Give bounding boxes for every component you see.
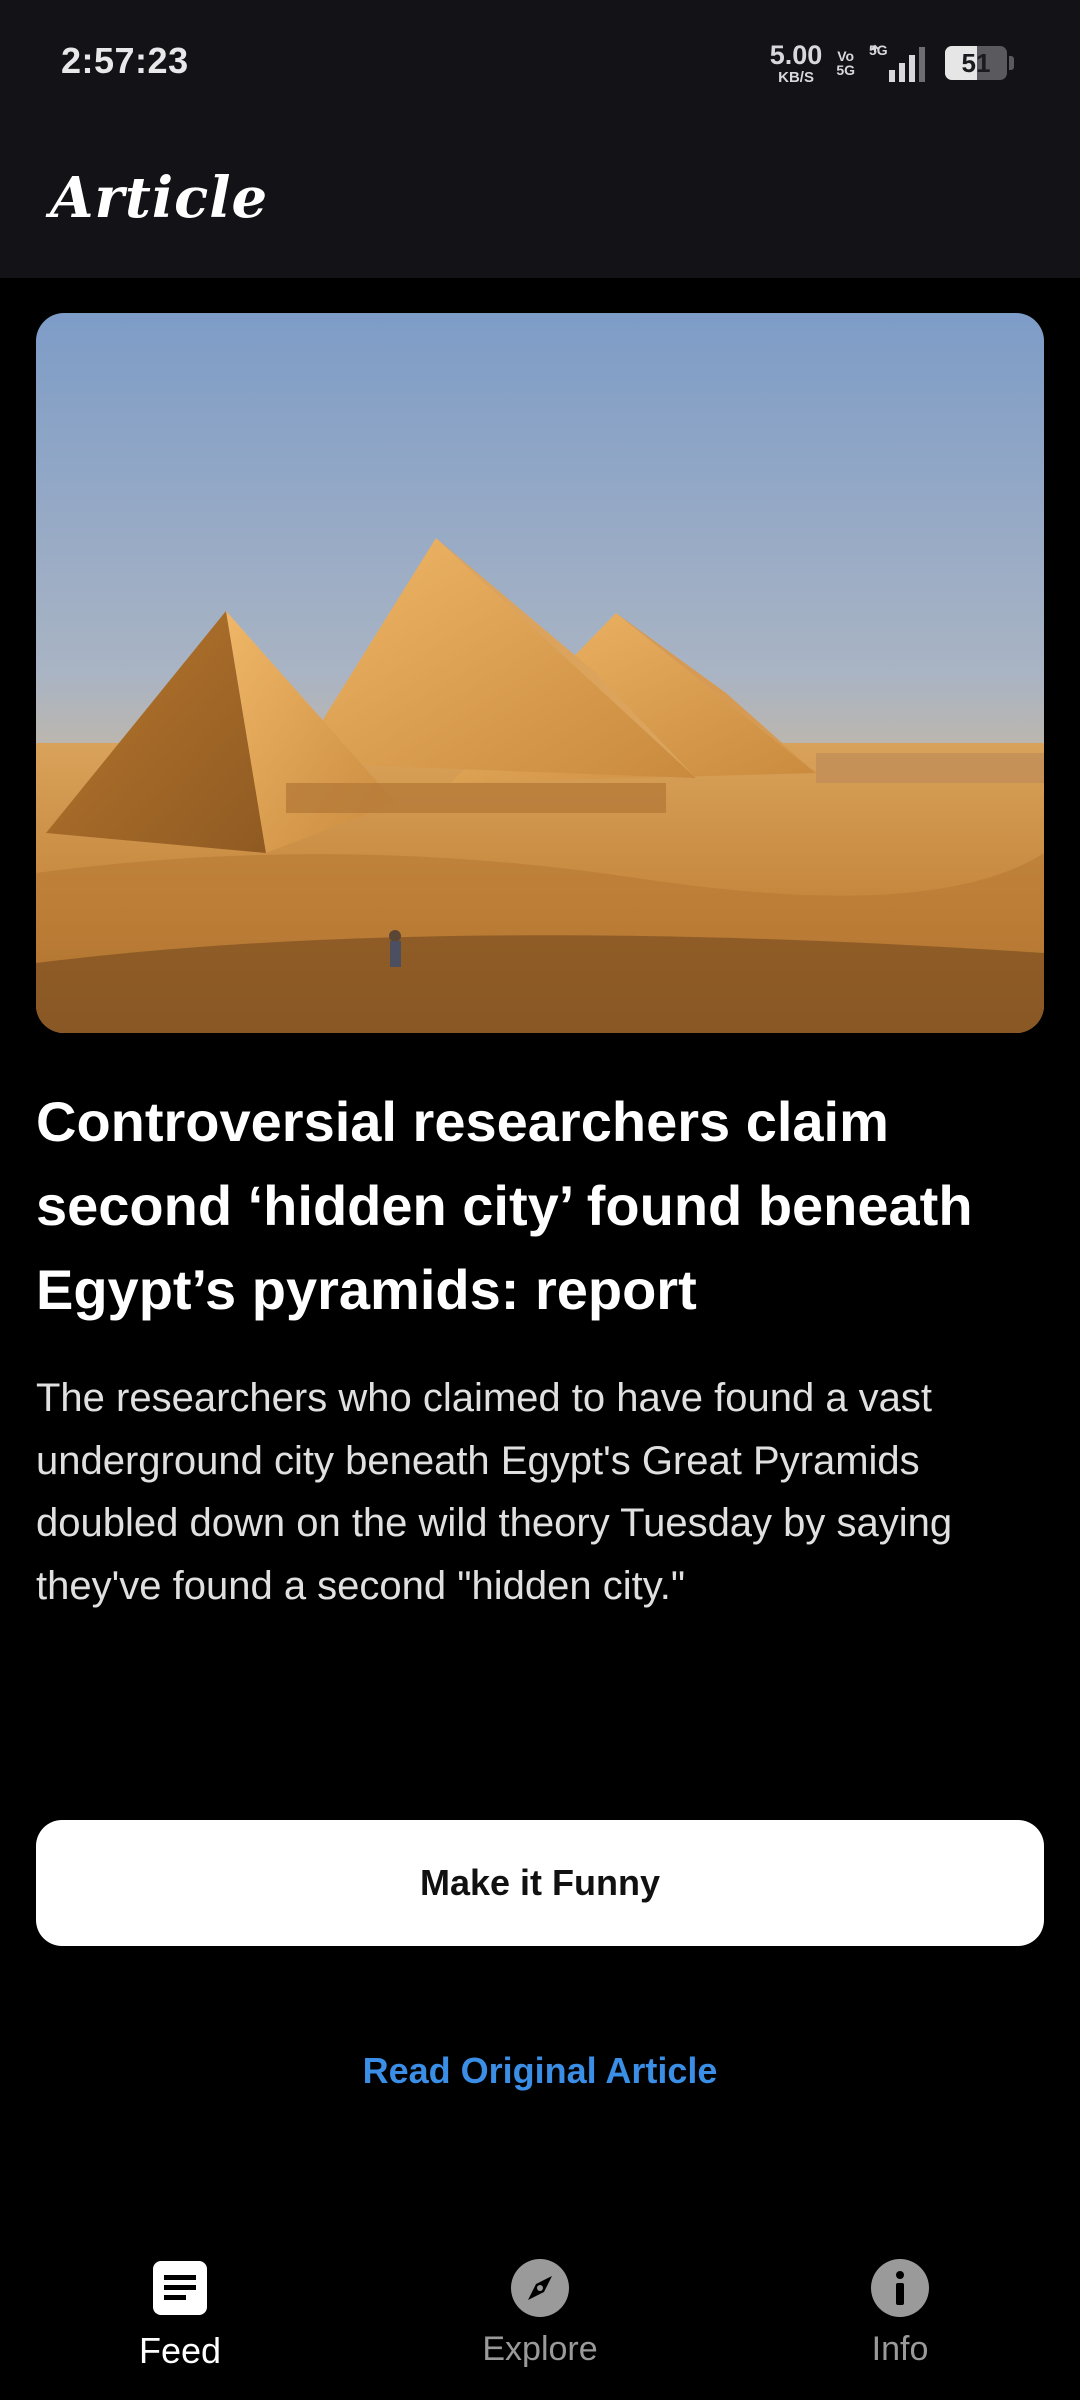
nav-label-feed: Feed: [138, 2330, 222, 2371]
network-speed-value: 5.00: [769, 39, 823, 70]
article-summary: The researchers who claimed to have foun…: [36, 1376, 953, 1608]
read-original-article-link[interactable]: Read Original Article: [0, 2050, 1080, 2092]
volte-top-text: Vo: [837, 48, 855, 64]
volte-icon: Vo 5G: [836, 49, 855, 77]
article-hero-image: [36, 313, 1044, 1033]
article-headline: Controversial researchers claim second ‘…: [36, 1090, 973, 1321]
battery-nub: [1009, 56, 1014, 70]
bottom-navigation: Feed Explore Info: [0, 2220, 1080, 2400]
nav-item-feed[interactable]: Feed: [60, 2258, 300, 2372]
battery-icon: 51: [945, 46, 1007, 80]
battery-level: 51: [961, 47, 991, 78]
feed-icon: [153, 2261, 207, 2315]
status-icons: 5.00 KB/S Vo 5G 5G 51: [770, 40, 1014, 86]
network-speed-unit: KB/S: [778, 68, 814, 86]
cellular-signal-icon: 5G: [869, 42, 931, 84]
app-header: Article: [0, 125, 1080, 278]
volte-bottom-text: 5G: [836, 62, 855, 78]
network-type-label: 5G: [869, 42, 888, 58]
nav-label-info: Info: [871, 2330, 929, 2368]
compass-icon: [511, 2259, 569, 2317]
nav-label-explore: Explore: [482, 2330, 598, 2368]
info-icon: [871, 2259, 929, 2317]
status-bar: 2:57:23 5.00 KB/S Vo 5G 5G 51: [0, 0, 1080, 125]
network-speed-indicator: 5.00 KB/S: [769, 39, 823, 86]
pyramids-photo: [36, 313, 1044, 1033]
nav-item-explore[interactable]: Explore: [420, 2258, 660, 2369]
make-it-funny-button[interactable]: Make it Funny: [36, 1820, 1044, 1946]
app-title: Article: [50, 165, 269, 231]
status-time: 2:57:23: [61, 40, 189, 81]
nav-item-info[interactable]: Info: [780, 2258, 1020, 2369]
